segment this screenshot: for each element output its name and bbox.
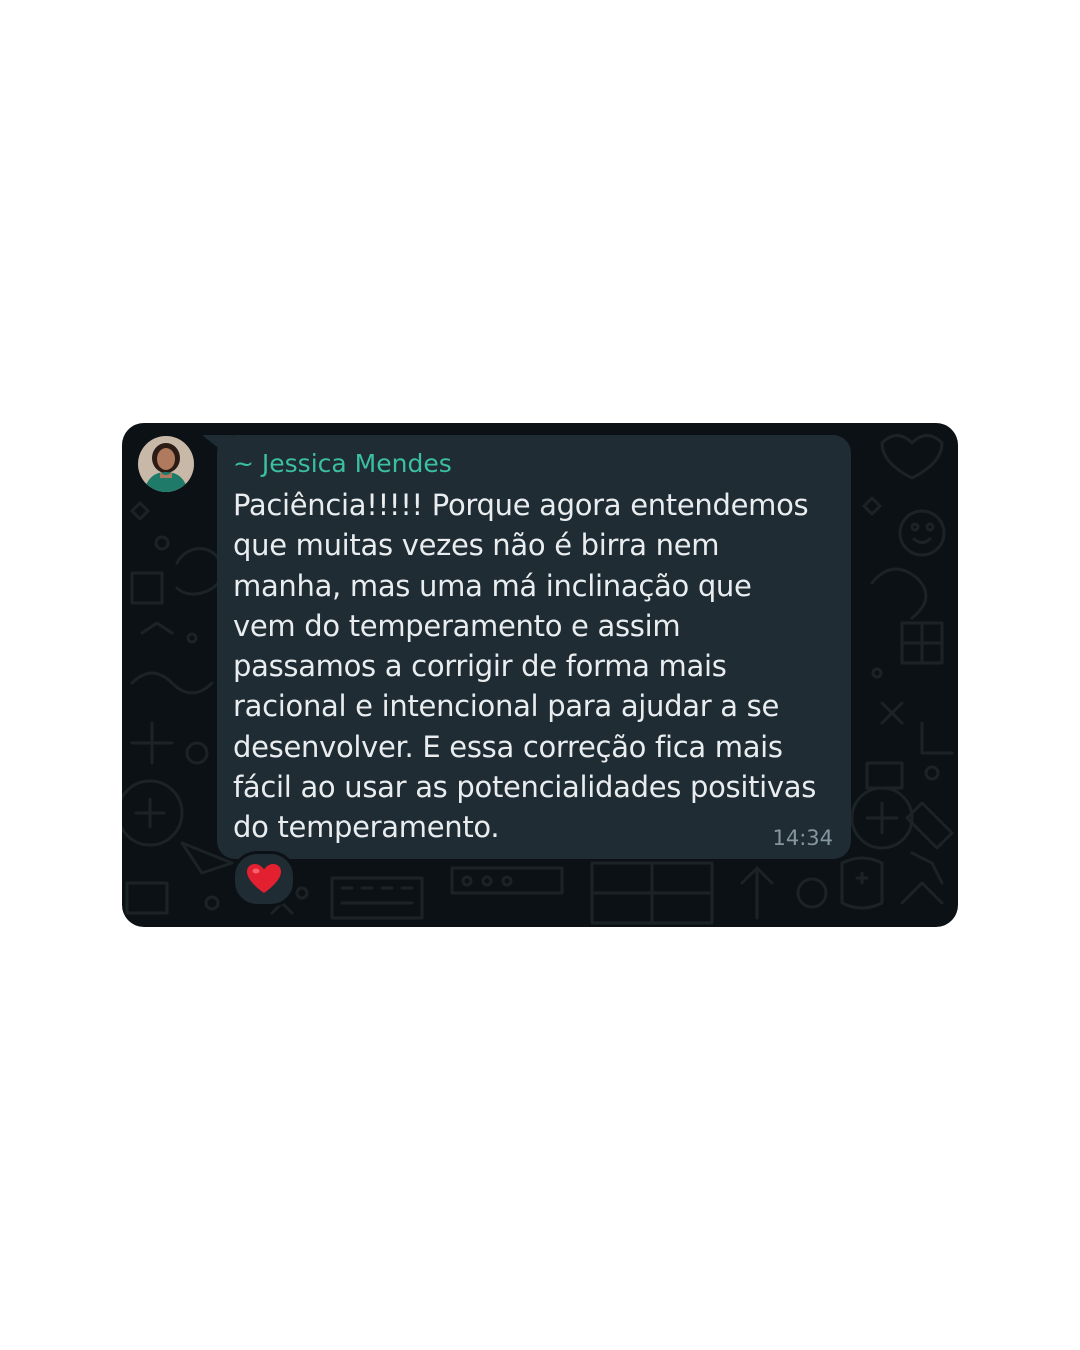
message-line: Paciência!!!!! Porque agora entendemos — [233, 488, 809, 522]
red-heart-icon — [247, 864, 281, 893]
message-line: que muitas vezes não é birra nem — [233, 528, 720, 563]
user-avatar-icon — [138, 436, 194, 492]
message-line: desenvolver. E essa correção fica mais — [233, 729, 783, 764]
message-line: do temperamento. — [233, 810, 500, 845]
message-line: fácil ao usar as potencialidades positiv… — [233, 770, 817, 805]
message-line: passamos a corrigir de forma mais — [233, 649, 727, 684]
message-bubble[interactable]: ~ Jessica Mendes Paciência!!!!! Porque a… — [217, 435, 851, 859]
sender-name[interactable]: ~ Jessica Mendes — [233, 449, 452, 478]
message-line: vem do temperamento e assim — [233, 608, 681, 643]
chat-screenshot-card: ~ Jessica Mendes Paciência!!!!! Porque a… — [122, 423, 958, 927]
message-text: Paciência!!!!! Porque agora entendemos q… — [233, 485, 845, 848]
message-timestamp: 14:34 — [772, 826, 833, 850]
message-line: manha, mas uma má inclinação que — [233, 568, 752, 603]
sender-avatar[interactable] — [138, 436, 194, 492]
reaction-badge[interactable] — [232, 851, 296, 907]
message-line: racional e intencional para ajudar a se — [233, 689, 779, 724]
